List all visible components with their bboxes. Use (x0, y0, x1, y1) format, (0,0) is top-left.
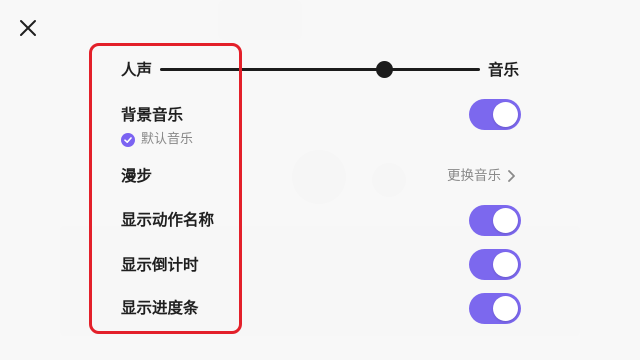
show-countdown-toggle[interactable] (469, 249, 521, 280)
background-music-toggle[interactable] (469, 99, 521, 130)
music-label: 音乐 (488, 61, 520, 79)
toggle-knob (493, 296, 518, 321)
show-action-name-toggle[interactable] (469, 205, 521, 236)
highlight-annotation-box (89, 43, 242, 334)
mix-slider-thumb[interactable] (376, 61, 393, 78)
toggle-knob (493, 102, 518, 127)
toggle-knob (493, 208, 518, 233)
close-icon (20, 20, 36, 36)
toggle-knob (493, 252, 518, 277)
chevron-right-icon (508, 170, 515, 182)
close-button[interactable] (17, 17, 39, 39)
show-progress-bar-toggle[interactable] (469, 293, 521, 324)
change-music-link[interactable]: 更换音乐 (447, 167, 516, 185)
settings-panel: 人声 音乐 背景音乐 默认音乐 漫步 更换音乐 显示动作名称 显示倒计时 显示进… (0, 0, 640, 360)
change-music-label: 更换音乐 (447, 168, 501, 184)
